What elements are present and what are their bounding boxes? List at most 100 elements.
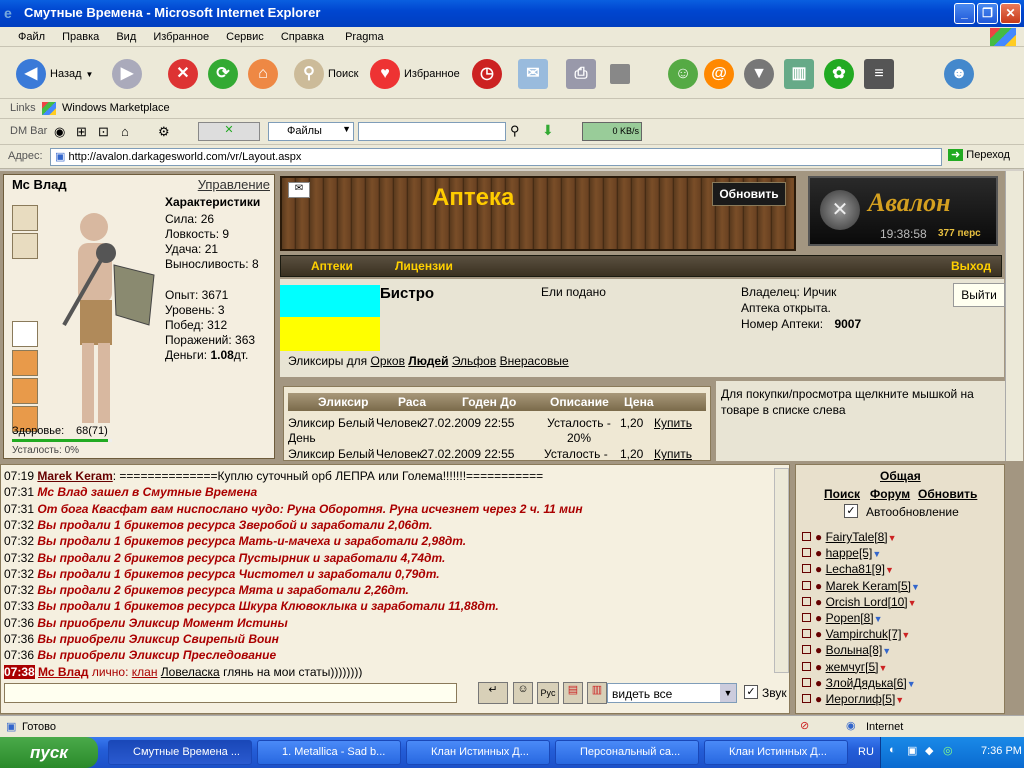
at-button[interactable]: @ <box>704 55 734 93</box>
chat-filter-select[interactable]: видеть все ▼ <box>607 683 737 703</box>
user-name-link[interactable]: Lecha81[9] <box>826 562 885 576</box>
clan-link[interactable]: клан <box>132 665 158 679</box>
chat-author-link[interactable]: Marek Keram <box>37 469 112 483</box>
edit-button[interactable] <box>610 55 630 93</box>
home-button[interactable]: ⌂ <box>248 55 278 93</box>
close-button[interactable]: ✕ <box>1000 3 1021 24</box>
filter-humans[interactable]: Людей <box>408 354 448 368</box>
archive-button[interactable]: ≡ <box>864 55 894 93</box>
task-button[interactable]: Клан Истинных Д... <box>704 740 848 765</box>
list-item[interactable]: ● ЗлойДядька[6]▼ <box>802 675 916 692</box>
list-item[interactable]: ● Волына[8]▼ <box>802 642 891 659</box>
forward-button[interactable]: ▶ <box>112 55 142 93</box>
chat-input[interactable] <box>4 683 457 703</box>
user-checkbox[interactable] <box>802 677 811 687</box>
mail-card-icon[interactable]: ✉ <box>288 182 310 198</box>
list-item[interactable]: ● Иероглиф[5]▼ <box>802 691 904 708</box>
list-item[interactable]: ● Marek Keram[5]▼ <box>802 578 920 595</box>
table-row[interactable]: Эликсир Белый Человек 27.02.2009 22:55 У… <box>288 447 706 460</box>
list-item[interactable]: ● Orcish Lord[10]▼ <box>802 594 917 611</box>
user-name-link[interactable]: ЗлойДядька[6] <box>826 676 907 690</box>
buy-link[interactable]: Купить <box>654 447 692 460</box>
shield-button[interactable]: ▼ <box>744 55 774 93</box>
globe-icon[interactable]: ◉ <box>54 124 65 140</box>
user-name-link[interactable]: FairyTale[8] <box>826 530 888 544</box>
dm-search-input[interactable] <box>358 122 506 141</box>
user-name-link[interactable]: Vampirchuk[7] <box>826 627 902 641</box>
gloves-slot[interactable] <box>12 205 38 231</box>
users-search-link[interactable]: Поиск <box>824 487 860 501</box>
user-checkbox[interactable] <box>802 613 811 622</box>
menu-favorites[interactable]: Избранное <box>153 27 209 47</box>
table-row[interactable]: Эликсир Белый День Человек 27.02.2009 22… <box>288 416 706 446</box>
nav-licenses[interactable]: Лицензии <box>395 256 453 276</box>
refresh-shop-button[interactable]: Обновить <box>712 182 786 206</box>
menu-pragma[interactable]: Pragma <box>345 27 384 47</box>
user-name-link[interactable]: Marek Keram[5] <box>826 579 911 593</box>
user-checkbox[interactable] <box>802 580 811 590</box>
user-checkbox[interactable] <box>802 629 811 639</box>
user-checkbox[interactable] <box>802 694 811 703</box>
tray-icon[interactable]: ◆ <box>925 744 933 757</box>
chat-scrollbar[interactable] <box>774 468 789 673</box>
plus-icon[interactable]: ⊞ <box>76 124 87 140</box>
connection-icon[interactable]: ✕ <box>198 122 260 141</box>
translit-icon[interactable]: Рус <box>537 682 559 704</box>
smiley-icon[interactable]: ☺ <box>513 682 533 704</box>
dm-search-icon[interactable]: ⚲ <box>510 123 520 139</box>
filter-nonracial[interactable]: Внерасовые <box>500 354 569 368</box>
clear-icon[interactable]: ▤ <box>563 682 583 704</box>
bread-slot-1[interactable] <box>12 350 38 376</box>
menu-help[interactable]: Справка <box>281 27 324 47</box>
tray-icon[interactable]: ◐ <box>889 744 896 756</box>
nav-exit[interactable]: Выход <box>951 256 991 276</box>
grid-icon[interactable]: ⊡ <box>98 124 109 140</box>
user-checkbox[interactable] <box>802 532 811 541</box>
print-button[interactable]: ⎙ <box>566 55 596 93</box>
user-name-link[interactable]: happe[5] <box>826 546 873 560</box>
task-button[interactable]: 1. Metallica - Sad b... <box>257 740 401 765</box>
stop-button[interactable]: ✕ <box>168 55 198 93</box>
user-name-link[interactable]: Волына[8] <box>826 643 883 657</box>
user-name-link[interactable]: Popen[8] <box>826 611 874 625</box>
user-checkbox[interactable] <box>802 645 811 655</box>
settings-icon[interactable]: ⚙ <box>158 124 170 140</box>
menu-view[interactable]: Вид <box>116 27 136 47</box>
auto-refresh-checkbox[interactable]: ✓ <box>844 504 858 518</box>
tray-icon[interactable]: ▣ <box>907 744 917 757</box>
go-button[interactable]: ➜ Переход <box>948 148 1010 161</box>
menu-edit[interactable]: Правка <box>62 27 99 47</box>
menu-file[interactable]: Файл <box>18 27 45 47</box>
user-checkbox[interactable] <box>802 596 811 606</box>
bread-slot-2[interactable] <box>12 378 38 404</box>
buy-link[interactable]: Купить <box>654 416 692 431</box>
user-checkbox[interactable] <box>802 661 811 671</box>
forum-link[interactable]: Форум <box>870 487 910 501</box>
favorites-button[interactable]: ♥ Избранное <box>370 55 460 93</box>
target-link[interactable]: Ловеласка <box>161 665 220 679</box>
filter-elves[interactable]: Эльфов <box>452 354 496 368</box>
users-refresh-link[interactable]: Обновить <box>918 487 977 501</box>
task-button[interactable]: Персональный са... <box>555 740 699 765</box>
nav-pharmacies[interactable]: Аптеки <box>311 256 353 276</box>
mail-button[interactable]: ✉ <box>518 55 548 93</box>
icq-button[interactable]: ✿ <box>824 55 854 93</box>
search-button[interactable]: ⚲ Поиск <box>294 55 358 93</box>
empty-slot[interactable] <box>12 321 38 347</box>
belt-slot[interactable] <box>12 233 38 259</box>
user-name-link[interactable]: Иероглиф[5] <box>826 692 896 706</box>
user-name-link[interactable]: жемчуг[5] <box>826 660 879 674</box>
refresh-button[interactable]: ⟳ <box>208 55 238 93</box>
sound-checkbox[interactable]: ✓ <box>744 685 758 699</box>
user-name-link[interactable]: Orcish Lord[10] <box>826 595 908 609</box>
list-item[interactable]: ● happe[5]▼ <box>802 545 881 562</box>
manage-link[interactable]: Управление <box>198 177 270 192</box>
messenger-people-button[interactable]: ☻ <box>944 55 974 93</box>
list-item[interactable]: ● Popen[8]▼ <box>802 610 883 627</box>
home-small-icon[interactable]: ⌂ <box>121 124 129 139</box>
messenger-button[interactable]: ☺ <box>668 55 698 93</box>
download-icon[interactable]: ⬇ <box>542 122 554 139</box>
filter-orcs[interactable]: Орков <box>371 354 405 368</box>
tab-general[interactable]: Общая <box>880 469 921 483</box>
list-item[interactable]: ● FairyTale[8]▼ <box>802 529 897 546</box>
